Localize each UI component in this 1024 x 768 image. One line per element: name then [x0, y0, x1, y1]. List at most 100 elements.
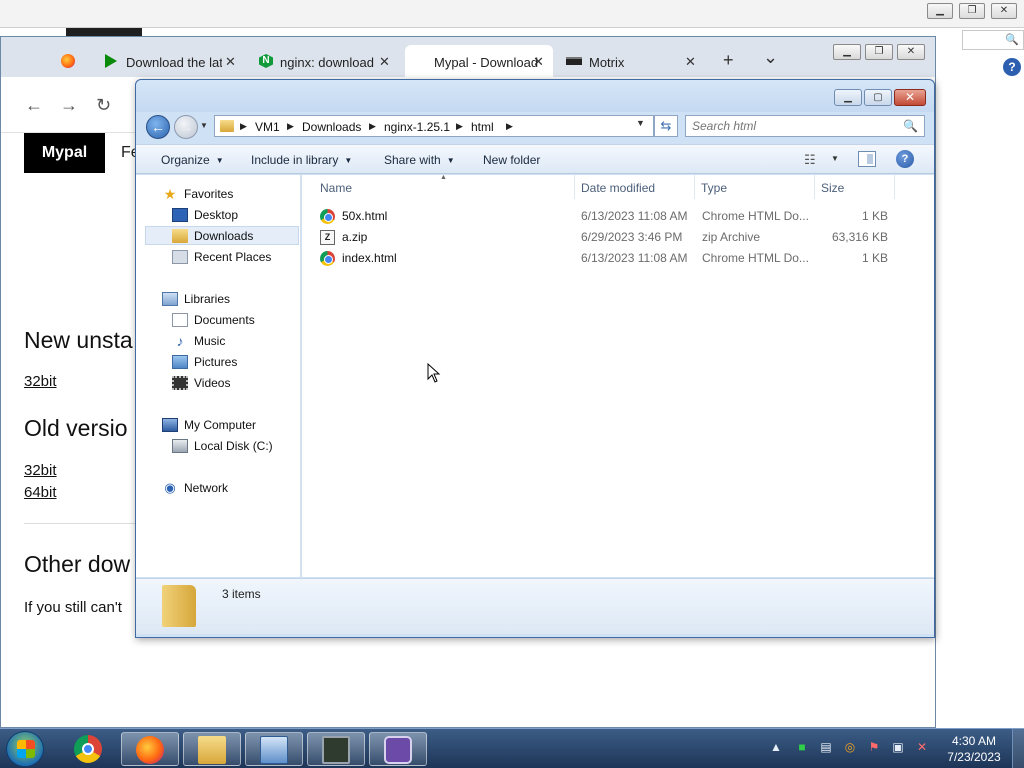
tray-volume-muted-icon[interactable]: ✕: [914, 739, 930, 755]
file-row[interactable]: Z a.zip 6/29/2023 3:46 PM zip Archive 63…: [316, 227, 896, 247]
share-with-button[interactable]: Share with ▼: [384, 153, 455, 167]
chevron-right-icon[interactable]: ▶: [456, 121, 463, 132]
details-pane: 3 items: [136, 578, 934, 634]
chevron-down-icon[interactable]: ▼: [636, 118, 645, 128]
file-row[interactable]: index.html 6/13/2023 11:08 AM Chrome HTM…: [316, 248, 896, 268]
close-icon[interactable]: ✕: [685, 54, 696, 70]
chevron-right-icon[interactable]: ▶: [506, 121, 513, 132]
breadcrumb-html[interactable]: html: [471, 120, 494, 134]
new-tab-button[interactable]: +: [723, 50, 734, 71]
tab-label: nginx: download: [280, 55, 374, 70]
reload-icon[interactable]: ↻: [96, 95, 111, 116]
chevron-right-icon[interactable]: ▶: [287, 121, 294, 132]
background-minimize-button[interactable]: ▁: [927, 3, 953, 19]
minimize-button[interactable]: ▁: [833, 44, 861, 60]
nav-recent-places[interactable]: Recent Places: [172, 248, 292, 267]
tray-expand-icon[interactable]: ▲: [768, 739, 784, 755]
background-search-box[interactable]: 🔍: [962, 30, 1024, 50]
new-folder-button[interactable]: New folder: [483, 153, 540, 167]
address-bar[interactable]: ▶ VM1 ▶ Downloads ▶ nginx-1.25.1 ▶ html …: [214, 115, 654, 137]
column-header-type[interactable]: Type: [701, 181, 727, 195]
taskbar-app[interactable]: [369, 732, 427, 766]
nav-libraries[interactable]: Libraries: [162, 290, 292, 309]
chevron-right-icon[interactable]: ▶: [369, 121, 376, 132]
tray-flag-icon[interactable]: ⚑: [866, 739, 882, 755]
start-button[interactable]: [6, 731, 44, 767]
close-button[interactable]: ✕: [897, 44, 925, 60]
chevron-right-icon[interactable]: ▶: [240, 121, 247, 132]
column-divider[interactable]: [814, 175, 815, 199]
taskbar-chrome[interactable]: [60, 732, 118, 766]
taskbar-terminal[interactable]: [307, 732, 365, 766]
chevron-down-icon[interactable]: ▼: [200, 121, 208, 130]
nav-desktop[interactable]: Desktop: [172, 206, 292, 225]
tab-label: Mypal - Download: [434, 55, 539, 70]
nav-local-disk[interactable]: Local Disk (C:): [172, 437, 292, 456]
refresh-icon[interactable]: ⇆: [654, 115, 678, 137]
forward-arrow-icon[interactable]: →: [174, 115, 198, 139]
help-icon[interactable]: ?: [896, 150, 914, 168]
tray-display-icon[interactable]: ▣: [890, 739, 906, 755]
show-desktop-button[interactable]: [1012, 729, 1024, 768]
organize-button[interactable]: Organize ▼: [161, 153, 224, 167]
maximize-button[interactable]: ▢: [864, 89, 892, 106]
nav-music[interactable]: ♪ Music: [172, 332, 292, 351]
close-button[interactable]: ✕: [894, 89, 926, 106]
taskbar-firefox[interactable]: [121, 732, 179, 766]
tab-download-latest[interactable]: Download the late ✕: [99, 45, 245, 77]
view-options-icon[interactable]: ☷: [804, 152, 816, 168]
close-icon[interactable]: ✕: [225, 54, 236, 70]
background-close-button[interactable]: ✕: [991, 3, 1017, 19]
tray-search-icon[interactable]: ◎: [842, 739, 858, 755]
nav-documents[interactable]: Documents: [172, 311, 292, 330]
link-32bit-old[interactable]: 32bit: [24, 462, 57, 479]
search-input[interactable]: [692, 119, 902, 133]
chevron-down-icon[interactable]: ▼: [831, 154, 839, 163]
nav-favorites[interactable]: ★ Favorites: [162, 185, 292, 204]
preview-pane-icon[interactable]: [858, 151, 876, 167]
link-32bit-new[interactable]: 32bit: [24, 373, 57, 390]
column-header-name[interactable]: Name: [320, 181, 352, 195]
background-side-area: [936, 28, 1024, 728]
column-divider[interactable]: [894, 175, 895, 199]
explorer-title-bar[interactable]: ▁ ▢ ✕: [136, 80, 934, 112]
background-restore-button[interactable]: ❐: [959, 3, 985, 19]
minimize-button[interactable]: ▁: [834, 89, 862, 106]
breadcrumb-vm1[interactable]: VM1: [255, 120, 280, 134]
tab-motrix[interactable]: Motrix ✕: [560, 45, 706, 77]
tab-firefox[interactable]: [57, 45, 85, 77]
restore-button[interactable]: ❐: [865, 44, 893, 60]
search-box[interactable]: 🔍: [685, 115, 925, 137]
file-date: 6/13/2023 11:08 AM: [581, 209, 688, 223]
include-in-library-button[interactable]: Include in library ▼: [251, 153, 352, 167]
nav-pictures[interactable]: Pictures: [172, 353, 292, 372]
taskbar-explorer[interactable]: [183, 732, 241, 766]
back-arrow-icon[interactable]: ←: [146, 115, 170, 139]
tab-mypal-download[interactable]: Mypal - Download ✕: [405, 45, 553, 77]
link-64bit-old[interactable]: 64bit: [24, 484, 57, 501]
breadcrumb-downloads[interactable]: Downloads: [302, 120, 361, 134]
mypal-logo[interactable]: Mypal: [24, 133, 105, 173]
tab-nginx[interactable]: N nginx: download ✕: [253, 45, 399, 77]
system-clock[interactable]: 4:30 AM 7/23/2023: [944, 733, 1004, 765]
column-header-date[interactable]: Date modified: [581, 181, 655, 195]
nav-downloads[interactable]: Downloads: [145, 226, 299, 245]
close-icon[interactable]: ✕: [379, 54, 390, 70]
divider: [24, 523, 136, 524]
help-icon[interactable]: ?: [1003, 58, 1021, 76]
breadcrumb-nginx[interactable]: nginx-1.25.1: [384, 120, 450, 134]
taskbar-control-panel[interactable]: [245, 732, 303, 766]
close-icon[interactable]: ✕: [533, 54, 544, 70]
nav-videos[interactable]: Videos: [172, 374, 292, 393]
back-arrow-icon[interactable]: ←: [25, 95, 43, 116]
column-divider[interactable]: [694, 175, 695, 199]
tab-list-button[interactable]: ⌄: [763, 47, 778, 68]
forward-arrow-icon[interactable]: →: [60, 95, 78, 116]
nav-my-computer[interactable]: My Computer: [162, 416, 292, 435]
nav-network[interactable]: ◉ Network: [162, 479, 292, 498]
tray-app-icon[interactable]: ■: [794, 739, 810, 755]
tray-network-icon[interactable]: ▤: [818, 739, 834, 755]
file-row[interactable]: 50x.html 6/13/2023 11:08 AM Chrome HTML …: [316, 206, 896, 226]
column-header-size[interactable]: Size: [821, 181, 844, 195]
column-divider[interactable]: [574, 175, 575, 199]
